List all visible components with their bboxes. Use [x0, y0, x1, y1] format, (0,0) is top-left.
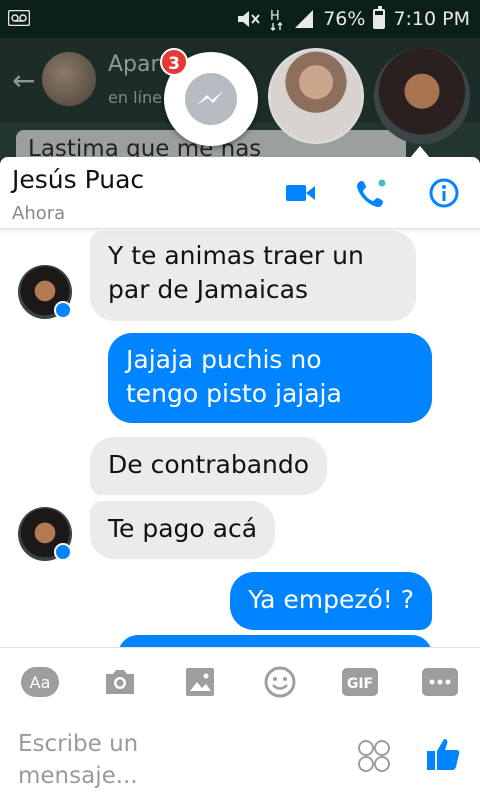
- gif-button[interactable]: GIF: [340, 664, 380, 700]
- conversation-header: Jesús Puac Ahora: [0, 157, 480, 229]
- more-options-icon[interactable]: [420, 664, 460, 700]
- outgoing-message[interactable]: Ya empezó! ?: [230, 572, 432, 630]
- message-input[interactable]: Escribe un mensaje...: [18, 728, 218, 792]
- gallery-icon[interactable]: [180, 664, 220, 700]
- thumbs-up-icon[interactable]: [424, 734, 464, 774]
- messenger-badge-icon: [54, 301, 72, 319]
- battery-icon: [373, 6, 386, 29]
- message-list[interactable]: Y te animas traer un par de Jamaicas Jaj…: [0, 229, 480, 647]
- message-text-line: par de Jamaicas: [108, 275, 309, 304]
- contact-active-status: Ahora: [12, 203, 66, 224]
- message-text-line: Y te animas traer un: [108, 241, 364, 270]
- message-text-line: tengo pisto jajaja: [126, 379, 342, 408]
- unread-badge: 3: [160, 48, 188, 76]
- chat-head-contact-2-active[interactable]: [374, 48, 470, 144]
- outgoing-message[interactable]: Jajaja puchis no tengo pisto jajaja: [108, 333, 432, 423]
- messenger-panel: Jesús Puac Ahora Y te animas traer un pa…: [0, 157, 480, 800]
- gif-label: GIF: [347, 676, 373, 692]
- battery-percent: 76%: [323, 8, 366, 30]
- clock: 7:10 PM: [393, 8, 470, 30]
- status-bar: H 76% 7:10 PM: [0, 0, 480, 38]
- video-call-icon[interactable]: [280, 173, 320, 213]
- message-text-line: Jajaja puchis no: [126, 345, 322, 374]
- background-contact-name: Apar: [108, 52, 160, 77]
- aa-text-button[interactable]: Aa: [20, 664, 60, 700]
- background-contact-avatar: [42, 52, 96, 106]
- back-arrow-icon: ←: [12, 64, 36, 97]
- placeholder-line: Escribe un: [18, 731, 139, 757]
- background-contact-status: en líne: [108, 88, 162, 107]
- incoming-message[interactable]: Y te animas traer un par de Jamaicas: [90, 231, 416, 321]
- voicemail-icon: [8, 10, 30, 26]
- camera-icon[interactable]: [100, 664, 140, 700]
- messenger-badge-icon: [54, 543, 72, 561]
- signal-icon: [295, 10, 314, 28]
- emoji-smile-icon[interactable]: [260, 664, 300, 700]
- voice-call-icon[interactable]: [352, 173, 392, 213]
- message-composer: Aa GIF Escribe un mensaje...: [0, 647, 480, 800]
- incoming-message[interactable]: De contrabando: [90, 437, 328, 495]
- messenger-bolt-icon: [185, 73, 237, 125]
- network-h-icon: H: [270, 9, 283, 31]
- chat-head-contact-1[interactable]: [268, 48, 364, 144]
- placeholder-line: mensaje...: [18, 763, 138, 789]
- aa-label: Aa: [30, 673, 51, 692]
- svg-text:H: H: [270, 9, 280, 24]
- info-icon[interactable]: [424, 173, 464, 213]
- sticker-icon[interactable]: [356, 738, 392, 774]
- incoming-message[interactable]: Te pago acá: [90, 501, 276, 559]
- contact-name[interactable]: Jesús Puac: [12, 165, 144, 194]
- outgoing-message-partial[interactable]: [118, 635, 432, 647]
- mute-icon: [238, 11, 260, 27]
